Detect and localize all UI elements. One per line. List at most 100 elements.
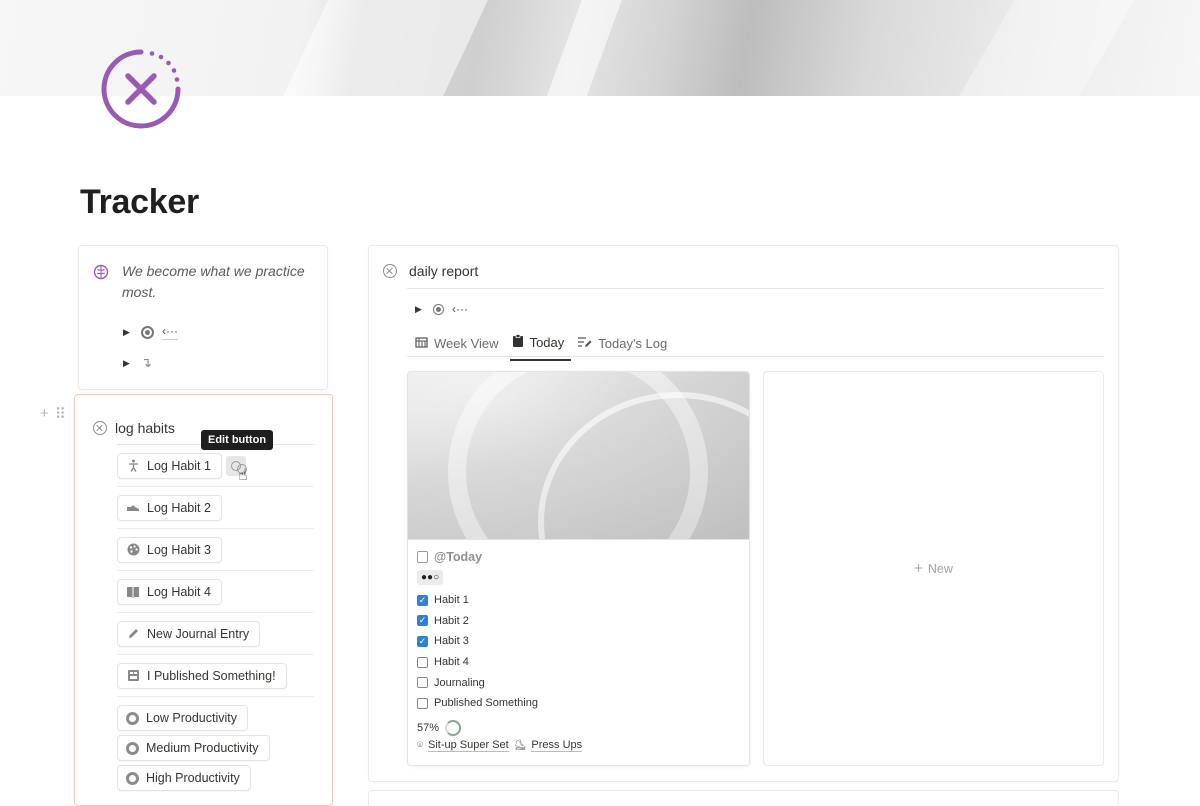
progress-row: 57%	[417, 719, 737, 736]
button-label: Log Habit 3	[147, 542, 211, 557]
list-item: Log Habit 2	[117, 487, 314, 529]
checklist-label: Published Something	[434, 697, 538, 710]
cover-streak	[253, 0, 507, 96]
button-label: Medium Productivity	[146, 741, 259, 755]
checkbox-unchecked[interactable]	[417, 697, 428, 709]
cover-streak	[922, 0, 1158, 96]
person-icon	[126, 459, 140, 473]
daily-report-title: daily report	[409, 263, 479, 279]
cover-sheen	[408, 372, 749, 539]
button-label: I Published Something!	[147, 668, 276, 683]
calendar-icon	[417, 551, 428, 563]
checkbox-checked[interactable]: ✓	[417, 594, 428, 606]
pencil-icon	[126, 627, 140, 641]
new-journal-entry-button[interactable]: New Journal Entry	[117, 620, 261, 647]
target-circle-icon	[433, 303, 444, 315]
daily-report-block: daily report ▶ ‹··· Week View Today Toda…	[368, 245, 1119, 782]
new-label: New	[927, 561, 953, 576]
x-circle-dotted-icon[interactable]	[96, 44, 186, 134]
sneaker-icon	[126, 501, 140, 515]
date-property: @Today	[417, 550, 737, 564]
list-item: Low Productivity Medium Productivity Hig…	[117, 697, 314, 791]
relation-link[interactable]: Sit-up Super Set	[428, 739, 509, 752]
toggle-text[interactable]: ‹···	[162, 324, 178, 340]
checklist-label: Habit 2	[434, 614, 469, 627]
checklist-item[interactable]: ✓ Habit 1	[417, 590, 737, 611]
low-productivity-button[interactable]: Low Productivity	[117, 705, 249, 731]
tab-label: Today	[529, 334, 565, 350]
sit-up-icon: ⌾	[417, 739, 423, 751]
plus-icon: +	[914, 560, 923, 577]
checkbox-checked[interactable]: ✓	[417, 615, 428, 627]
checkbox-checked[interactable]: ✓	[417, 635, 428, 647]
divider	[407, 356, 1104, 357]
book-icon	[126, 585, 140, 599]
checklist-item[interactable]: Journaling	[417, 672, 737, 693]
habit-buttons-list: Log Habit 1 ☝ Log Habit 2 Log Habit 3 Lo…	[117, 445, 314, 791]
progress-ring-icon	[445, 719, 462, 736]
habit-checklist: ✓ Habit 1 ✓ Habit 2 ✓ Habit 3 Habit 4 Jo…	[417, 590, 737, 714]
checkbox-unchecked[interactable]	[417, 677, 428, 689]
list-item: Log Habit 1 ☝	[117, 445, 314, 487]
list-item: New Journal Entry	[117, 613, 314, 655]
card-cover-image	[408, 372, 749, 540]
target-circle-icon	[141, 325, 154, 339]
toggle-triangle-icon[interactable]: ▶	[123, 358, 133, 369]
log-habits-heading: log habits	[93, 420, 175, 436]
list-item: Log Habit 4	[117, 571, 314, 613]
log-habit-2-button[interactable]: Log Habit 2	[117, 494, 222, 521]
log-habits-title: log habits	[115, 420, 175, 436]
tab-label: Today's Log	[598, 335, 668, 351]
shoe-icon: ⛸	[513, 739, 527, 751]
medium-productivity-button[interactable]: Medium Productivity	[117, 735, 270, 761]
toggle-row[interactable]: ▶ ↴	[123, 353, 152, 373]
circle-icon	[126, 741, 139, 755]
card-properties: @Today ●●○ ✓ Habit 1 ✓ Habit 2 ✓ Habit 3	[417, 550, 737, 752]
calendar-icon	[415, 336, 428, 351]
new-card-button[interactable]: + New	[763, 371, 1104, 766]
checklist-label: Habit 3	[434, 635, 469, 648]
button-label: Log Habit 2	[147, 500, 211, 515]
log-habit-4-button[interactable]: Log Habit 4	[117, 578, 222, 605]
checklist-item[interactable]: ✓ Habit 3	[417, 631, 737, 652]
x-circle-icon	[383, 264, 397, 278]
log-habit-1-button[interactable]: Log Habit 1	[117, 452, 222, 479]
toggle-triangle-icon[interactable]: ▶	[415, 304, 425, 315]
clipboard-icon	[512, 334, 524, 350]
checklist-label: Habit 1	[434, 594, 469, 607]
toggle-row[interactable]: ▶ ‹···	[415, 302, 468, 316]
log-habit-3-button[interactable]: Log Habit 3	[117, 536, 222, 563]
list-edit-icon	[577, 336, 592, 351]
checklist-label: Journaling	[434, 676, 485, 689]
daily-report-heading: daily report	[383, 263, 478, 279]
high-productivity-button[interactable]: High Productivity	[117, 765, 251, 791]
drag-handle-icon[interactable]: ⠿	[55, 405, 66, 423]
gallery-card[interactable]: @Today ●●○ ✓ Habit 1 ✓ Habit 2 ✓ Habit 3	[407, 371, 750, 766]
checklist-item[interactable]: Published Something	[417, 693, 737, 714]
edit-button[interactable]: ☝	[225, 455, 248, 484]
button-label: Log Habit 1	[147, 458, 211, 473]
checkbox-unchecked[interactable]	[417, 656, 428, 668]
cover-streak	[523, 0, 637, 96]
block-handles[interactable]: + ⠿	[40, 405, 66, 423]
checklist-item[interactable]: ✓ Habit 2	[417, 611, 737, 632]
quote-callout: We become what we practice most. ▶ ‹··· …	[78, 245, 328, 390]
toggle-text[interactable]: ‹···	[452, 302, 468, 316]
rating-dots: ●●○	[417, 570, 444, 585]
checklist-item[interactable]: Habit 4	[417, 652, 737, 673]
toggle-triangle-icon[interactable]: ▶	[123, 327, 133, 338]
relation-link[interactable]: Press Ups	[531, 739, 583, 752]
clapperboard-icon	[126, 669, 140, 683]
x-circle-icon	[93, 421, 107, 435]
quote-text: We become what we practice most.	[122, 263, 305, 300]
brain-icon	[93, 264, 109, 280]
tab-label: Week View	[434, 335, 499, 351]
toggle-row[interactable]: ▶ ‹···	[123, 322, 178, 342]
button-label: Low Productivity	[146, 711, 238, 725]
return-arrow-icon: ↴	[141, 355, 152, 370]
edit-button-tooltip: Edit button	[201, 430, 274, 450]
add-block-icon[interactable]: +	[40, 405, 49, 423]
button-label: New Journal Entry	[147, 626, 250, 641]
circle-icon	[126, 771, 139, 785]
published-something-button[interactable]: I Published Something!	[117, 662, 287, 689]
